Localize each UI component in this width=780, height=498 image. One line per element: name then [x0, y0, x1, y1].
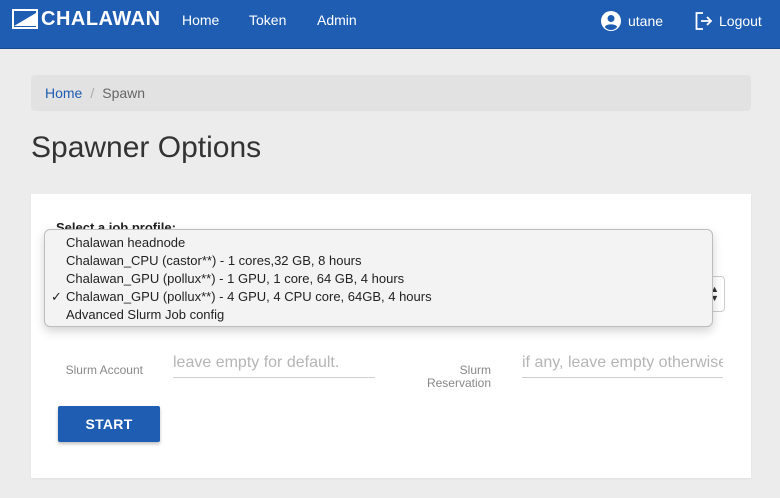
- dropdown-option-label: Advanced Slurm Job config: [66, 307, 225, 322]
- slurm-reservation-label-line1: Slurm: [459, 363, 491, 377]
- slurm-reservation-label: Slurm Reservation: [400, 364, 491, 390]
- nav-token-link[interactable]: Token: [249, 12, 286, 28]
- slurm-account-label: Slurm Account: [65, 363, 143, 377]
- breadcrumb-separator: /: [90, 85, 95, 101]
- user-menu[interactable]: utane: [601, 11, 663, 31]
- dropdown-option-label: Chalawan_GPU (pollux**) - 1 GPU, 1 core,…: [66, 271, 405, 286]
- slurm-account-input[interactable]: [173, 348, 375, 378]
- user-name: utane: [628, 13, 664, 29]
- logout-icon: [695, 12, 713, 30]
- dropdown-option[interactable]: ✓ Chalawan_GPU (pollux**) - 4 GPU, 4 CPU…: [45, 288, 712, 306]
- breadcrumb: Home / Spawn: [31, 75, 751, 111]
- logout-button[interactable]: Logout: [694, 11, 762, 31]
- brand-name: CHALAWAN: [41, 7, 161, 30]
- breadcrumb-home-link[interactable]: Home: [45, 85, 82, 101]
- slurm-reservation-input[interactable]: [522, 348, 723, 378]
- dropdown-option[interactable]: Chalawan_CPU (castor**) - 1 cores,32 GB,…: [45, 252, 712, 270]
- start-button[interactable]: START: [58, 406, 160, 442]
- brand[interactable]: CHALAWAN: [12, 7, 161, 31]
- nav-home-link[interactable]: Home: [182, 12, 219, 28]
- chalawan-logo-icon: [12, 9, 38, 29]
- dropdown-option[interactable]: Advanced Slurm Job config: [45, 306, 712, 324]
- dropdown-option-label: Chalawan_CPU (castor**) - 1 cores,32 GB,…: [66, 253, 362, 268]
- selected-check-icon: ✓: [51, 289, 62, 304]
- job-profile-dropdown: Chalawan headnode Chalawan_CPU (castor**…: [44, 229, 713, 327]
- breadcrumb-current: Spawn: [102, 85, 146, 101]
- page-title: Spawner Options: [31, 131, 262, 164]
- nav-admin-link[interactable]: Admin: [317, 12, 357, 28]
- dropdown-option-label: Chalawan_GPU (pollux**) - 4 GPU, 4 CPU c…: [66, 289, 432, 304]
- dropdown-option-label: Chalawan headnode: [66, 235, 186, 250]
- slurm-reservation-label-line2: Reservation: [426, 376, 491, 390]
- dropdown-option[interactable]: Chalawan headnode: [45, 234, 712, 252]
- user-avatar-icon: [601, 11, 621, 31]
- dropdown-option[interactable]: Chalawan_GPU (pollux**) - 1 GPU, 1 core,…: [45, 270, 712, 288]
- top-navbar: CHALAWAN Home Token Admin utane Logout: [0, 0, 780, 49]
- logout-label: Logout: [719, 13, 762, 29]
